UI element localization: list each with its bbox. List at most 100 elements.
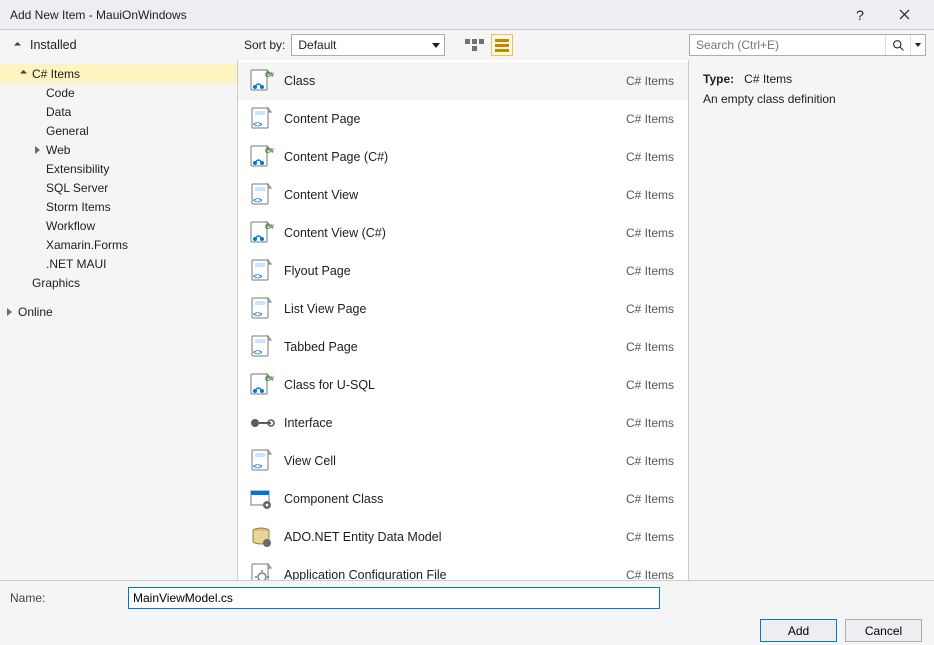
tree-node-storm-items[interactable]: Storm Items	[0, 197, 237, 216]
xaml-page-icon: <>	[246, 294, 276, 324]
body-area: C# Items CodeDataGeneralWebExtensibility…	[0, 60, 934, 580]
sort-by-combo[interactable]: Default	[291, 34, 445, 56]
template-category: C# Items	[626, 226, 674, 240]
template-category: C# Items	[626, 188, 674, 202]
search-box[interactable]	[689, 34, 926, 56]
entity-icon	[246, 522, 276, 552]
tree-node-csharp-items[interactable]: C# Items	[0, 64, 237, 83]
name-input[interactable]	[128, 587, 660, 609]
template-category: C# Items	[626, 492, 674, 506]
template-category: C# Items	[626, 302, 674, 316]
chevron-down-icon	[432, 43, 440, 48]
template-list[interactable]: C#ClassC# Items<>Content PageC# ItemsC#C…	[237, 60, 689, 580]
bottom-bar: Name: Add Cancel	[0, 580, 934, 645]
tree-node-code[interactable]: Code	[0, 83, 237, 102]
svg-text:<>: <>	[253, 310, 263, 319]
cancel-button[interactable]: Cancel	[845, 619, 922, 642]
close-button[interactable]	[882, 0, 926, 30]
close-icon	[899, 9, 910, 20]
template-category: C# Items	[626, 568, 674, 580]
template-name: Content View	[276, 188, 626, 202]
xaml-page-icon: <>	[246, 332, 276, 362]
help-button[interactable]: ?	[838, 0, 882, 30]
template-item[interactable]: <> View CellC# Items	[238, 442, 688, 480]
template-category: C# Items	[626, 264, 674, 278]
template-item[interactable]: <> Content PageC# Items	[238, 100, 688, 138]
svg-text:C#: C#	[265, 224, 274, 231]
config-icon	[246, 560, 276, 580]
svg-text:C#: C#	[265, 148, 274, 155]
category-tree: C# Items CodeDataGeneralWebExtensibility…	[0, 60, 237, 580]
xaml-page-icon: <>	[246, 104, 276, 134]
svg-text:C#: C#	[265, 72, 274, 79]
view-list-button[interactable]	[491, 34, 513, 56]
template-name: Content Page (C#)	[276, 150, 626, 164]
window-title: Add New Item - MauiOnWindows	[10, 8, 838, 22]
details-pane: Type: C# Items An empty class definition	[689, 60, 934, 580]
title-bar: Add New Item - MauiOnWindows ?	[0, 0, 934, 30]
search-button[interactable]	[885, 35, 911, 55]
template-name: Content Page	[276, 112, 626, 126]
sort-by-label: Sort by:	[244, 38, 285, 52]
chevron-down-icon	[915, 43, 921, 47]
tree-node-web[interactable]: Web	[0, 140, 237, 159]
xaml-page-icon: <>	[246, 256, 276, 286]
template-name: Class for U-SQL	[276, 378, 626, 392]
tree-node--net-maui[interactable]: .NET MAUI	[0, 254, 237, 273]
template-item[interactable]: C#Content View (C#)C# Items	[238, 214, 688, 252]
template-category: C# Items	[626, 416, 674, 430]
tree-node-data[interactable]: Data	[0, 102, 237, 121]
interface-icon	[246, 408, 276, 438]
template-category: C# Items	[626, 74, 674, 88]
template-name: ADO.NET Entity Data Model	[276, 530, 626, 544]
template-item[interactable]: <> Tabbed PageC# Items	[238, 328, 688, 366]
template-item[interactable]: <>Flyout PageC# Items	[238, 252, 688, 290]
cs-class-icon: C#	[246, 218, 276, 248]
template-item[interactable]: Component ClassC# Items	[238, 480, 688, 518]
details-type-label: Type:	[703, 72, 734, 86]
cs-class-icon: C#	[246, 142, 276, 172]
template-category: C# Items	[626, 378, 674, 392]
template-name: Application Configuration File	[276, 568, 626, 580]
tree-node-online[interactable]: Online	[0, 302, 237, 321]
search-options-dropdown[interactable]	[911, 43, 925, 47]
template-name: Class	[276, 74, 626, 88]
template-item[interactable]: InterfaceC# Items	[238, 404, 688, 442]
svg-text:<>: <>	[253, 272, 263, 281]
add-button[interactable]: Add	[760, 619, 837, 642]
cs-class-icon: C#	[246, 370, 276, 400]
tree-node-general[interactable]: General	[0, 121, 237, 140]
sort-by-value: Default	[298, 38, 336, 52]
template-item[interactable]: C#Content Page (C#)C# Items	[238, 138, 688, 176]
template-item[interactable]: <>Content ViewC# Items	[238, 176, 688, 214]
template-item[interactable]: C#ClassC# Items	[238, 62, 688, 100]
svg-text:<>: <>	[253, 462, 263, 471]
installed-heading[interactable]: Installed	[26, 38, 77, 52]
tree-node-workflow[interactable]: Workflow	[0, 216, 237, 235]
template-item[interactable]: <> List View PageC# Items	[238, 290, 688, 328]
template-name: Component Class	[276, 492, 626, 506]
search-input[interactable]	[690, 38, 885, 52]
tree-node-extensibility[interactable]: Extensibility	[0, 159, 237, 178]
xaml-page-icon: <>	[246, 446, 276, 476]
template-category: C# Items	[626, 112, 674, 126]
tree-node-graphics[interactable]: Graphics	[0, 273, 237, 292]
template-name: Tabbed Page	[276, 340, 626, 354]
template-category: C# Items	[626, 454, 674, 468]
template-item[interactable]: ADO.NET Entity Data ModelC# Items	[238, 518, 688, 556]
cs-class-icon: C#	[246, 66, 276, 96]
tree-node-sql-server[interactable]: SQL Server	[0, 178, 237, 197]
template-name: View Cell	[276, 454, 626, 468]
svg-text:<>: <>	[253, 120, 263, 129]
template-item[interactable]: C#Class for U-SQLC# Items	[238, 366, 688, 404]
name-label: Name:	[10, 591, 120, 605]
svg-text:C#: C#	[265, 376, 274, 383]
template-item[interactable]: Application Configuration FileC# Items	[238, 556, 688, 580]
template-name: List View Page	[276, 302, 626, 316]
installed-expander-icon[interactable]	[12, 40, 22, 50]
xaml-page-icon: <>	[246, 180, 276, 210]
tree-node-xamarin-forms[interactable]: Xamarin.Forms	[0, 235, 237, 254]
svg-text:<>: <>	[253, 348, 263, 357]
template-category: C# Items	[626, 340, 674, 354]
view-large-icons-button[interactable]	[463, 34, 485, 56]
